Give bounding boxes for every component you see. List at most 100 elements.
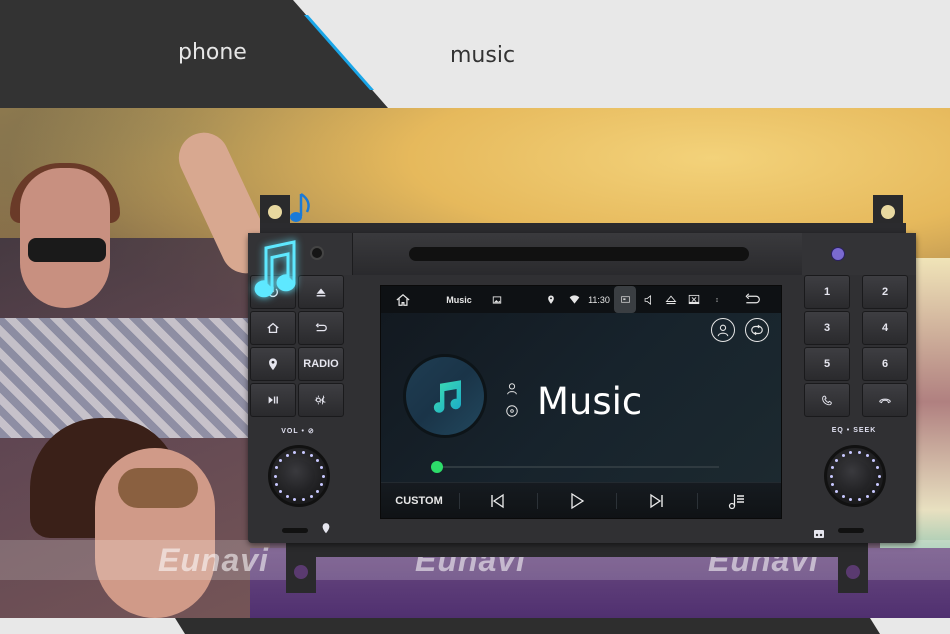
preset-3-button[interactable]: 3 (804, 311, 850, 345)
next-button[interactable] (637, 483, 677, 518)
close-window-icon (688, 294, 700, 305)
preset-5-button[interactable]: 5 (804, 347, 850, 381)
tab-music[interactable]: music (450, 43, 515, 68)
knob-led-dot (841, 453, 845, 457)
bottom-tab-shape (175, 618, 880, 634)
gps-port (320, 521, 332, 535)
image-icon (492, 295, 502, 304)
playlist-button[interactable] (717, 483, 757, 518)
knob-led-dot (315, 459, 319, 463)
navigation-button[interactable] (250, 347, 296, 381)
gps-pin-icon (322, 523, 330, 534)
screen-mode-button[interactable] (614, 286, 636, 313)
preset-4-button[interactable]: 4 (862, 311, 908, 345)
home-icon (396, 293, 410, 306)
bracket-hole (881, 205, 895, 219)
repeat-button[interactable] (745, 318, 769, 342)
seek-knob[interactable] (824, 445, 886, 507)
cd-panel (352, 233, 804, 275)
knob-led-dot (301, 450, 305, 454)
home-icon (267, 322, 279, 334)
knob-led-dot (876, 466, 880, 470)
right-top-panel (802, 233, 916, 275)
music-note-icon (433, 380, 462, 413)
back-icon (315, 323, 327, 332)
custom-button[interactable]: CUSTOM (387, 483, 451, 518)
image-notification (489, 286, 505, 313)
separator (459, 493, 460, 509)
clock: 11:30 (588, 294, 610, 305)
volume-icon (644, 294, 651, 305)
knob-led-dot (293, 498, 297, 502)
bottom-tab-bar (0, 618, 950, 634)
preset-1-button[interactable]: 1 (804, 275, 850, 309)
preset-label: 6 (881, 358, 889, 370)
knob-led-dot (274, 482, 278, 486)
bracket-hole (846, 565, 860, 579)
tab-phone[interactable]: phone (178, 40, 247, 65)
playback-controls: CUSTOM (381, 482, 781, 518)
home-button[interactable] (250, 311, 296, 345)
location-icon (548, 295, 554, 304)
knob-led-dot (830, 466, 834, 470)
knob-led-dot (835, 459, 839, 463)
wifi-indicator (566, 286, 582, 313)
card-port-label (814, 525, 824, 538)
bracket-hole (268, 205, 282, 219)
knob-center (839, 460, 871, 492)
microphone-jack (310, 246, 324, 260)
separator (537, 493, 538, 509)
knob-led-dot (877, 474, 881, 478)
more-menu-button[interactable] (711, 286, 723, 313)
knob-led-dot (274, 466, 278, 470)
home-button[interactable] (393, 286, 413, 313)
preset-6-button[interactable]: 6 (862, 347, 908, 381)
separator (697, 493, 698, 509)
indicator-light (831, 247, 845, 261)
volume-knob-group: VOL • ⊘ (258, 427, 338, 522)
knob-led-dot (279, 489, 283, 493)
knob-led-dot (865, 453, 869, 457)
eject-button[interactable] (298, 275, 344, 309)
eject-icon (665, 295, 677, 304)
knob-led-dot (871, 489, 875, 493)
eject-button[interactable] (663, 286, 679, 313)
play-button[interactable] (557, 483, 597, 518)
radio-label: RADIO (303, 358, 339, 370)
cd-slot[interactable] (409, 247, 749, 261)
preset-label: 2 (881, 286, 889, 298)
back-button[interactable] (298, 311, 344, 345)
back-button[interactable] (741, 286, 763, 313)
previous-button[interactable] (477, 483, 517, 518)
play-pause-button[interactable] (250, 383, 296, 417)
artist-view-button[interactable] (711, 318, 735, 342)
knob-led-dot (315, 489, 319, 493)
radio-button[interactable]: RADIO (298, 347, 344, 381)
volume-knob[interactable] (268, 445, 330, 507)
play-icon (571, 492, 585, 510)
separator (616, 493, 617, 509)
music-note-icon (254, 240, 296, 298)
knob-led-dot (871, 459, 875, 463)
preset-2-button[interactable]: 2 (862, 275, 908, 309)
knob-led-dot (857, 450, 861, 454)
knob-led-dot (285, 453, 289, 457)
close-window-button[interactable] (686, 286, 702, 313)
screen-mode-icon (620, 296, 630, 303)
track-title: Music (537, 380, 643, 423)
call-end-button[interactable] (862, 383, 908, 417)
call-answer-icon (822, 395, 832, 406)
knob-led-dot (309, 495, 313, 499)
repeat-icon (751, 324, 763, 336)
sd-card-icon (814, 530, 824, 538)
progress-handle[interactable] (431, 461, 443, 473)
volume-button[interactable] (640, 286, 656, 313)
seek-knob-group: EQ • SEEK (814, 427, 894, 522)
call-answer-button[interactable] (804, 383, 850, 417)
brightness-button[interactable] (298, 383, 344, 417)
call-end-icon (879, 398, 891, 404)
knob-led-dot (309, 453, 313, 457)
wifi-icon (569, 295, 579, 304)
progress-bar[interactable] (431, 461, 719, 473)
knob-led-dot (273, 474, 277, 478)
